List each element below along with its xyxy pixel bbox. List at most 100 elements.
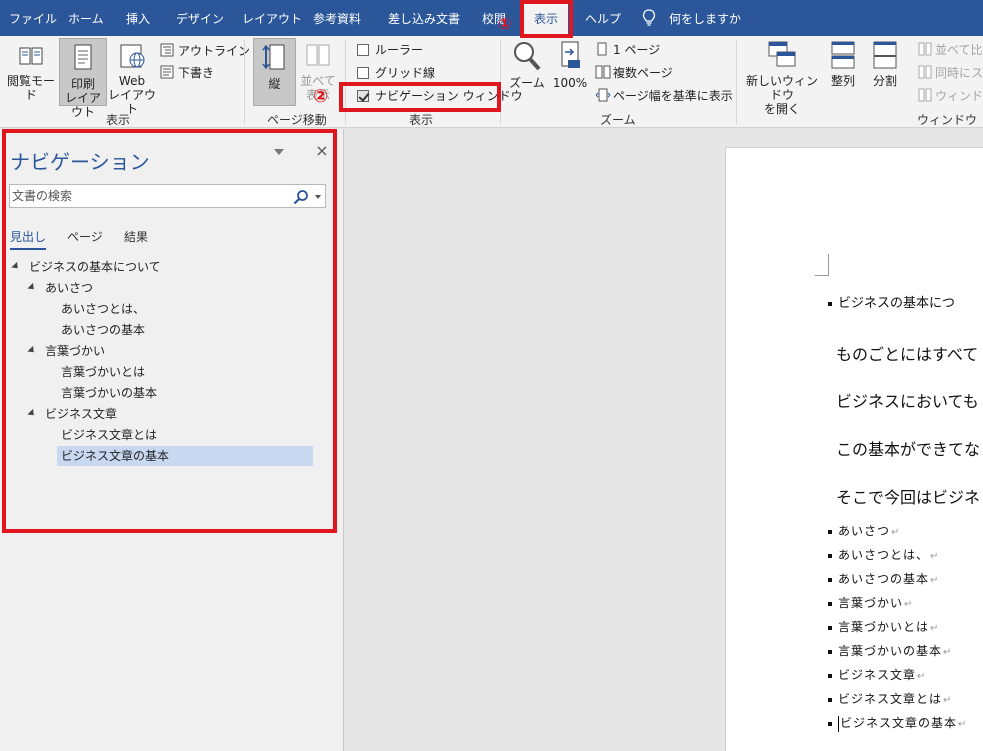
tab-home[interactable]: ホーム (68, 10, 104, 27)
print-layout-button[interactable]: 印刷 レイアウト (59, 38, 107, 119)
doc-list-item[interactable]: 言葉づかい↵ (828, 594, 913, 611)
doc-list-item[interactable]: あいさつとは、↵ (828, 546, 939, 563)
read-mode-button[interactable]: 閲覧モード (4, 42, 58, 102)
expand-triangle-icon[interactable] (27, 408, 37, 419)
paragraph-mark-icon: ↵ (943, 647, 953, 658)
navigation-pane-checkbox[interactable]: ナビゲーション ウィンドウ (357, 87, 523, 105)
list-bullet (828, 649, 832, 654)
multiple-pages-icon (595, 65, 611, 79)
arrange-button[interactable]: 整列 (826, 40, 860, 100)
doc-list-item[interactable]: ビジネス文章の基本↵ (828, 714, 967, 732)
reset-window-position-button[interactable]: ウィンドウの位置 (918, 87, 983, 105)
pane-options-chevron-down-icon[interactable] (274, 149, 284, 155)
ruler-checkbox[interactable]: ルーラー (357, 41, 423, 59)
new-window-button[interactable]: 新しいウィンドウ を開く (742, 40, 822, 116)
group-separator (500, 40, 501, 124)
heading-item[interactable]: あいさつの基本 (57, 320, 149, 340)
heading-item[interactable]: 言葉づかい (27, 341, 106, 361)
doc-paragraph[interactable]: ものごとにはすべて (836, 341, 978, 365)
document-search-input[interactable] (12, 187, 282, 205)
read-mode-icon (19, 47, 43, 65)
tab-layout[interactable]: レイアウト (242, 10, 302, 27)
heading-item[interactable]: あいさつとは、 (57, 299, 149, 319)
tab-design[interactable]: デザイン (176, 10, 224, 27)
heading-item-label: 言葉づかい (45, 344, 106, 358)
tab-mailings[interactable]: 差し込み文書 (388, 10, 460, 27)
heading-bullet (828, 301, 832, 306)
heading-item-selected[interactable]: ビジネス文章の基本 (57, 446, 313, 466)
doc-list-item[interactable]: あいさつ↵ (828, 522, 900, 539)
web-layout-icon (120, 44, 145, 68)
split-button[interactable]: 分割 (868, 40, 902, 100)
doc-list-text: ビジネス文章 (838, 668, 917, 682)
margin-corner-mark (815, 254, 829, 276)
close-icon[interactable]: × (314, 141, 330, 160)
tab-pages[interactable]: ページ (67, 228, 103, 245)
tab-references[interactable]: 参考資料 (313, 10, 361, 27)
view-side-by-side-button[interactable]: 並べて比較 (918, 41, 983, 59)
tell-me-search[interactable]: 何をしますか (669, 10, 741, 27)
reset-window-position-label: ウィンドウの位置 (935, 89, 983, 103)
expand-triangle-icon[interactable] (27, 282, 37, 293)
document-search-box (9, 184, 326, 208)
multiple-pages-button[interactable]: 複数ページ (595, 64, 673, 82)
heading-item[interactable]: あいさつ (27, 278, 93, 298)
tab-results[interactable]: 結果 (124, 228, 148, 245)
doc-list-item[interactable]: ビジネス文章とは↵ (828, 690, 952, 707)
doc-list-text: あいさつの基本 (838, 572, 930, 586)
page-width-button[interactable]: ページ幅を基準に表示 (595, 87, 733, 105)
heading-item[interactable]: ビジネス文章 (27, 404, 118, 424)
page-width-icon (595, 88, 611, 102)
search-icon[interactable] (293, 189, 309, 205)
one-page-label: 1 ページ (613, 43, 661, 57)
heading-item-label: ビジネス文章 (45, 407, 118, 421)
heading-item[interactable]: 言葉づかいの基本 (57, 383, 161, 403)
vertical-page-button[interactable]: 縦 (253, 38, 296, 106)
reset-window-position-icon (918, 88, 932, 102)
document-area[interactable]: ビジネスの基本につ ものごとにはすべて ビジネスにおいても この基本ができてな … (345, 129, 983, 751)
one-page-button[interactable]: 1 ページ (595, 41, 660, 59)
heading-item[interactable]: 言葉づかいとは (57, 362, 149, 382)
heading-item[interactable]: ビジネスの基本について (11, 257, 161, 277)
doc-list-item[interactable]: あいさつの基本↵ (828, 570, 939, 587)
doc-list-text: あいさつとは、 (838, 548, 930, 562)
zoom-label: ズーム (509, 76, 545, 90)
list-bullet (828, 721, 832, 726)
doc-paragraph[interactable]: この基本ができてな (836, 436, 980, 460)
draft-button[interactable]: 下書き (160, 64, 214, 82)
zoom-100-button[interactable]: 100% (550, 40, 590, 104)
search-options-chevron-down-icon[interactable] (315, 195, 321, 199)
gridlines-checkbox-box (357, 67, 369, 79)
expand-triangle-icon[interactable] (11, 261, 21, 272)
list-bullet (828, 697, 832, 702)
web-layout-label: Web レイアウト (108, 74, 157, 116)
paragraph-mark-icon: ↵ (943, 695, 953, 706)
outline-label: アウトライン (178, 44, 251, 58)
paragraph-mark-icon: ↵ (917, 671, 927, 682)
doc-paragraph[interactable]: ビジネスにおいても (836, 388, 979, 412)
new-window-icon (768, 41, 796, 67)
draft-label: 下書き (178, 66, 215, 80)
web-layout-button[interactable]: Web レイアウト (108, 42, 156, 116)
sync-scroll-button[interactable]: 同時にスクロール (918, 64, 983, 82)
zoom-100-label: 100% (552, 76, 588, 90)
doc-heading[interactable]: ビジネスの基本につ (828, 292, 955, 311)
tab-headings[interactable]: 見出し (10, 228, 47, 250)
tab-insert[interactable]: 挿入 (126, 10, 150, 27)
zoom-button[interactable]: ズーム (507, 40, 547, 104)
outline-button[interactable]: アウトライン (160, 42, 250, 60)
navigation-pane: ナビゲーション × 見出し ページ 結果 ビジネスの基本について あいさつ あい… (0, 129, 344, 751)
expand-triangle-icon[interactable] (27, 345, 37, 356)
doc-list-item[interactable]: ビジネス文章↵ (828, 666, 926, 683)
doc-list-item[interactable]: 言葉づかいとは↵ (828, 618, 939, 635)
tab-file[interactable]: ファイル (9, 10, 57, 27)
tab-view[interactable]: 表示 (524, 3, 569, 36)
doc-paragraph[interactable]: そこで今回はビジネ (836, 484, 980, 508)
heading-item[interactable]: ビジネス文章とは (57, 425, 161, 445)
new-window-label: 新しいウィンドウ を開く (745, 74, 818, 116)
gridlines-checkbox[interactable]: グリッド線 (357, 64, 435, 82)
doc-list-item[interactable]: 言葉づかいの基本↵ (828, 642, 952, 659)
document-page[interactable]: ビジネスの基本につ ものごとにはすべて ビジネスにおいても この基本ができてな … (725, 147, 983, 751)
doc-heading-text: ビジネスの基本につ (838, 296, 956, 311)
tab-help[interactable]: ヘルプ (585, 10, 621, 27)
